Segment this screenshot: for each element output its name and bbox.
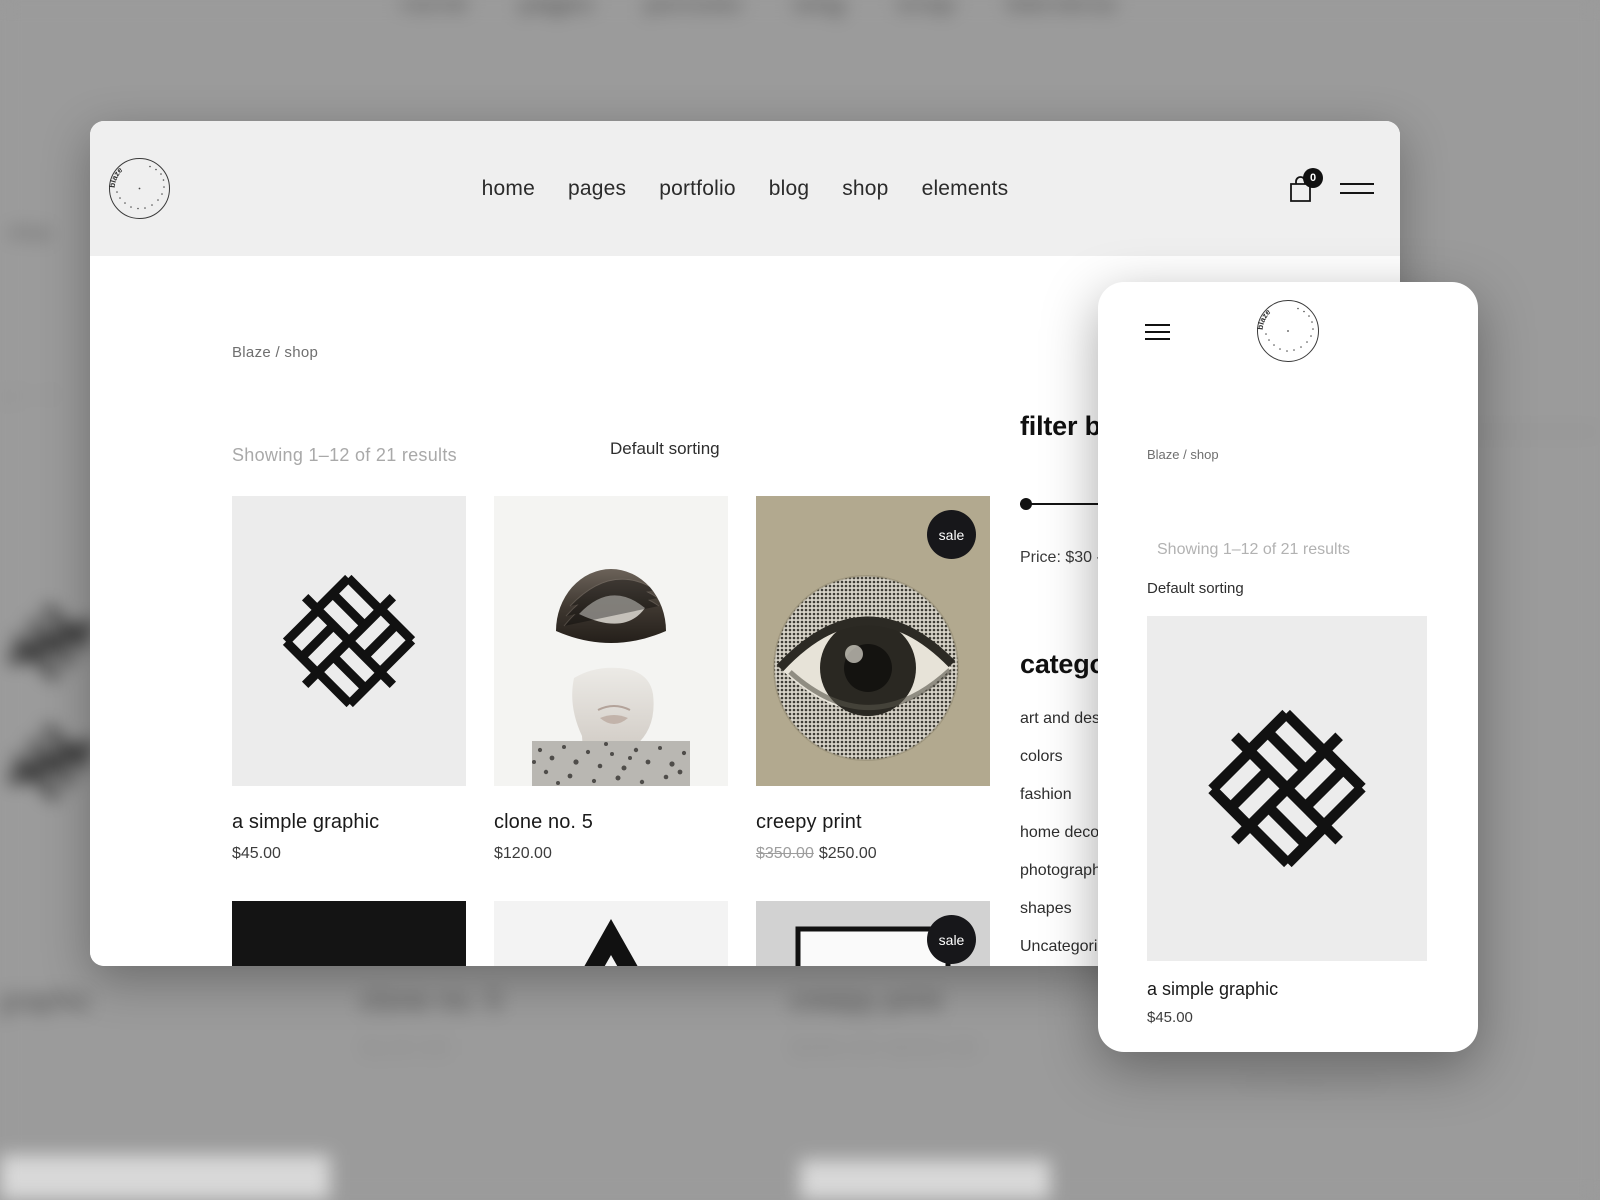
product-card[interactable]: a simple graphic $45.00: [232, 496, 466, 863]
backdrop-nav-item: shop: [896, 0, 955, 16]
mobile-breadcrumb: Blaze / shop: [1147, 447, 1219, 462]
backdrop-price: $120.00: [360, 1034, 451, 1062]
backdrop-title: creepy print: [790, 985, 942, 1017]
product-thumbnail[interactable]: [494, 496, 728, 786]
nav-item-home[interactable]: home: [482, 177, 535, 201]
backdrop-nav-item: home: [400, 0, 468, 16]
sale-badge: sale: [927, 510, 976, 559]
shopping-bag-icon[interactable]: 0: [1287, 167, 1323, 203]
product-thumbnail[interactable]: sale: [756, 901, 990, 966]
nav-item-portfolio[interactable]: portfolio: [659, 177, 736, 201]
product-card[interactable]: clone no. 5 $120.00: [494, 496, 728, 863]
product-card[interactable]: [494, 901, 728, 966]
svg-text:blaze: blaze: [1257, 307, 1273, 330]
hamburger-menu-icon[interactable]: [1145, 319, 1170, 345]
header-actions: 0: [1287, 167, 1374, 203]
product-thumbnail[interactable]: [232, 901, 466, 966]
product-price: $120.00: [494, 845, 552, 862]
mobile-device-window: blaze Blaze / shop Showing 1–12 of 21 re…: [1098, 282, 1478, 1052]
product-card[interactable]: sale: [756, 901, 990, 966]
backdrop-block: [0, 1155, 330, 1200]
product-thumbnail[interactable]: [494, 901, 728, 966]
main-navigation: home pages portfolio blog shop elements: [90, 177, 1400, 201]
sorting-select[interactable]: Default sorting: [610, 439, 720, 459]
backdrop-title: ple graphic: [0, 985, 92, 1017]
mobile-product-thumbnail[interactable]: [1147, 616, 1427, 961]
backdrop-title: clone no. 5: [360, 985, 502, 1017]
graphic-pattern-icon: [1208, 709, 1366, 868]
product-card[interactable]: sale creepy print $350.00 $250.00: [756, 496, 990, 863]
backdrop-nav-item: portfolio: [645, 0, 742, 16]
product-price: $45.00: [232, 845, 281, 862]
mobile-result-count: Showing 1–12 of 21 results: [1157, 541, 1351, 558]
slider-knob[interactable]: [1020, 498, 1032, 510]
backdrop-nav: home pages portfolio blog shop elements: [400, 0, 1116, 17]
product-title[interactable]: clone no. 5: [494, 811, 728, 834]
backdrop-uncategorized: Uncategorized: [1240, 1068, 1382, 1093]
portrait-collage-icon: [494, 496, 728, 786]
product-price: $350.00 $250.00: [756, 845, 990, 863]
nav-item-elements[interactable]: elements: [922, 177, 1009, 201]
triangle-poster-icon: [494, 901, 728, 966]
product-grid: a simple graphic $45.00 clone no. 5 $120…: [232, 496, 992, 966]
product-title[interactable]: creepy print: [756, 811, 990, 834]
brand-logo-icon[interactable]: blaze: [1257, 300, 1319, 362]
hamburger-menu-icon[interactable]: [1340, 176, 1374, 201]
nav-item-pages[interactable]: pages: [568, 177, 626, 201]
breadcrumb: Blaze / shop: [232, 344, 319, 361]
result-count-label: Showing 1–12 of 21 results: [232, 445, 457, 465]
backdrop-nav-item: blog: [793, 0, 845, 16]
cart-count-badge: 0: [1303, 167, 1323, 188]
nav-item-blog[interactable]: blog: [769, 177, 810, 201]
backdrop-price: $350.00 $250.00: [790, 1034, 978, 1062]
sale-badge: sale: [927, 915, 976, 964]
backdrop-nav-item: elements: [1006, 0, 1117, 16]
mobile-product-title[interactable]: a simple graphic: [1147, 979, 1278, 1000]
product-sale-price: $250.00: [818, 845, 877, 862]
mobile-sorting-select[interactable]: Default sorting: [1147, 580, 1244, 597]
product-title[interactable]: a simple graphic: [232, 811, 466, 834]
backdrop-block: [800, 1160, 1050, 1200]
nav-item-shop[interactable]: shop: [842, 177, 888, 201]
product-thumbnail[interactable]: sale: [756, 496, 990, 786]
backdrop-nav-item: pages: [519, 0, 594, 16]
graphic-pattern-icon: [282, 574, 416, 708]
backdrop-left-text: shop: [8, 222, 52, 244]
product-card[interactable]: [232, 901, 466, 966]
backdrop-left-text-2: ng 1 - 2: [0, 385, 57, 406]
product-old-price: $350.00: [756, 845, 814, 862]
site-header: blaze home pages portfolio blog shop: [90, 121, 1400, 256]
product-thumbnail[interactable]: [232, 496, 466, 786]
mobile-product-price: $45.00: [1147, 1009, 1193, 1026]
mobile-header: blaze: [1098, 282, 1478, 382]
black-poster-icon: [232, 901, 466, 966]
